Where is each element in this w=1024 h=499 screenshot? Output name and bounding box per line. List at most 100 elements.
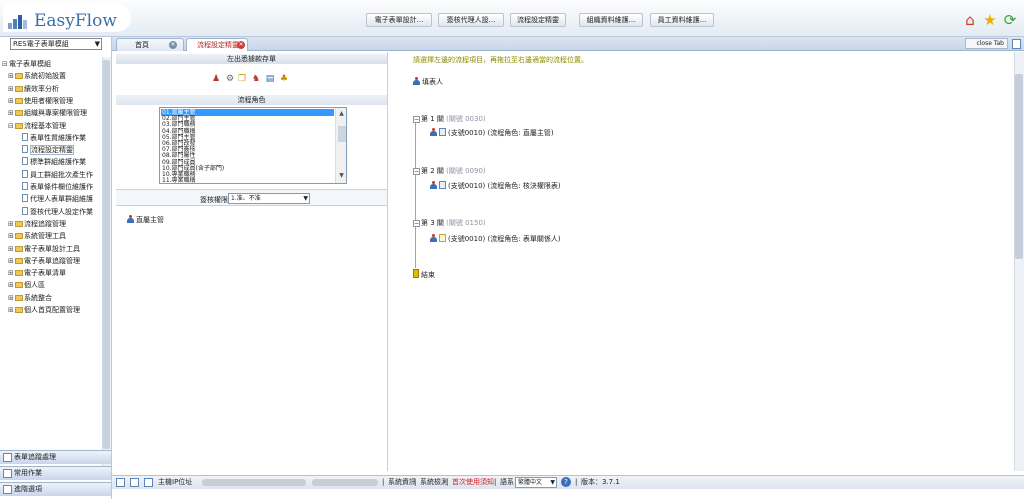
tree-item[interactable]: ⊞ 流程追蹤管理 [8,218,66,230]
calendar-icon[interactable] [144,478,153,487]
system-info-link[interactable]: 系統資訊 [388,476,416,489]
nav-delegate-button[interactable]: 簽核代理人設... [438,13,504,27]
tree-item[interactable]: ⊞ 系統整合 [8,292,52,304]
tree-item-label: 流程基本管理 [24,121,66,130]
nav-org-data-button[interactable]: 組織資料維護... [579,13,643,27]
nav-flow-wizard-button[interactable]: 流程設定精靈 [510,13,566,27]
close-icon[interactable]: ✕ [237,41,245,49]
tree-item[interactable]: 簽核代理人設定作業 [22,206,93,218]
system-check-link[interactable]: 系統檢測 [420,476,448,489]
tree-item-label: 電子表單追蹤管理 [24,256,80,265]
chevron-down-icon[interactable]: ▼ [337,172,346,180]
collapse-icon[interactable]: − [413,220,420,227]
tree-item[interactable]: ⊟ 流程基本管理 [8,120,66,132]
home-icon[interactable]: ⌂ [961,11,979,29]
folder-icon [15,294,23,301]
tree-item[interactable]: ⊞ 電子表單追蹤管理 [8,255,80,267]
logo: EasyFlow [3,4,131,32]
flow-start[interactable]: 填表人 [413,77,443,87]
tree-item[interactable]: ⊞ 個人區 [8,279,45,291]
flow-step-2[interactable]: − 第 2 關 (關號 0090) [413,166,486,176]
collapse-icon[interactable]: − [413,116,420,123]
tree-item[interactable]: ⊞ 個人首頁配置管理 [8,304,80,316]
permission-select[interactable]: 1.准、不准 ▼ [228,193,310,204]
role-option[interactable]: 11.專業職稱 [161,177,334,183]
copy-icon[interactable]: ❐ [237,74,247,84]
role-listbox[interactable]: 01.直屬主管 02.部門主管 03.部門職務 04.部門職稱 05.部門主管 06.部門… [159,107,347,184]
tree-item[interactable]: ⊞ 績效率分析 [8,83,59,95]
help-icon[interactable]: ? [561,477,571,487]
flow-step-3[interactable]: − 第 3 關 (關號 0150) [413,218,486,228]
window-icon[interactable] [1012,39,1021,49]
role-scroll-thumb[interactable] [338,126,346,142]
chevron-up-icon[interactable]: ▲ [337,110,346,118]
tab-home[interactable]: 首頁 ✕ [116,38,184,51]
document-icon[interactable]: ▤ [265,74,275,84]
permission-row: 簽核權限 1.准、不准 ▼ [116,189,387,206]
expand-icon[interactable]: ⊞ [8,83,15,95]
nav-label: 表單追蹤處理 [14,453,56,461]
tree-item[interactable]: ⊞ 系統初始設置 [8,70,66,82]
expand-icon[interactable]: ⊞ [8,255,15,267]
flow-step-3-detail[interactable]: (支號0010) (流程角色: 表單關係人) [430,234,561,244]
expand-icon[interactable]: ⊞ [8,304,15,316]
tree-item[interactable]: 員工群組批次產生作 [22,169,93,181]
tree-item[interactable]: ⊞ 電子表單設計工具 [8,243,80,255]
collapse-icon[interactable]: − [413,168,420,175]
settings-icon[interactable]: ⚙ [225,74,235,84]
step-detail: (支號0010) (流程角色: 直屬主管) [448,129,554,137]
nav-advanced-button[interactable]: 進階選項 [0,482,111,496]
flow-step-2-detail[interactable]: (支號0010) (流程角色: 核決權限表) [430,181,561,191]
first-use-notice-link[interactable]: 首次使用須知 [452,476,494,489]
drag-source-title: 左出悉據款存單 [116,54,387,64]
expand-icon[interactable]: ⊞ [8,107,15,119]
export-icon[interactable] [116,478,125,487]
canvas-scroll-thumb[interactable] [1015,74,1023,259]
grid-icon[interactable] [130,478,139,487]
expand-icon[interactable]: ⊞ [8,292,15,304]
expand-icon[interactable]: ⊞ [8,95,15,107]
expand-icon[interactable]: ⊞ [8,218,15,230]
expand-icon[interactable]: ⊞ [8,267,15,279]
person-add-icon[interactable]: ♟ [211,74,221,84]
expand-icon[interactable]: ⊞ [8,279,15,291]
org-tree-icon[interactable]: ♣ [279,74,289,84]
language-select[interactable]: 繁體中文 ▼ [515,477,557,488]
flow-step-1[interactable]: − 第 1 關 (關號 0030) [413,114,486,124]
close-icon[interactable]: ✕ [169,41,177,49]
user-edit-icon[interactable]: ♞ [251,74,261,84]
expand-icon[interactable]: ⊞ [8,230,15,242]
member-item[interactable]: 直屬主管 [127,215,164,225]
tree-item[interactable]: ⊞ 使用者權限管理 [8,95,73,107]
collapse-icon[interactable]: ⊟ [2,58,9,70]
tree-item[interactable]: 流程設定精靈 [22,144,74,156]
tab-flow-wizard[interactable]: 流程設定精靈 ✕ [186,38,248,51]
collapse-icon[interactable]: ⊟ [8,120,15,132]
nav-form-tracking-button[interactable]: 表單追蹤處理 [0,450,111,464]
nav-common-tasks-button[interactable]: 常用作業 [0,466,111,480]
refresh-icon[interactable]: ⟳ [1001,11,1019,29]
expand-icon[interactable]: ⊞ [8,243,15,255]
tree-item[interactable]: ⊞ 電子表單清單 [8,267,66,279]
close-tab-button[interactable]: close Tab [965,38,1008,49]
nav-employee-data-button[interactable]: 員工資料維護... [650,13,714,27]
nav-form-design-button[interactable]: 電子表單設計... [366,13,432,27]
tree-item[interactable]: 表單條件欄位維護作 [22,181,93,193]
flow-step-1-detail[interactable]: (支號0010) (流程角色: 直屬主管) [430,128,554,138]
role-toolbar: ♟ ⚙ ❐ ♞ ▤ ♣ [211,74,301,85]
tree-item[interactable]: 表單性質維護作業 [22,132,86,144]
expand-icon[interactable]: ⊞ [8,70,15,82]
document-icon [22,145,28,154]
form-icon [439,234,446,242]
tree-item[interactable]: 代理人表單群組維護 [22,193,93,205]
tree-item-label: 流程設定精靈 [30,145,74,156]
tree-item[interactable]: ⊟電子表單模組 [2,58,51,70]
favorite-star-icon[interactable]: ★ [981,11,999,29]
flow-end[interactable]: 結束 [413,269,435,280]
module-select[interactable]: RES電子表單模組 ▼ [10,38,102,50]
tree-item[interactable]: 標準群組維護作業 [22,156,86,168]
tree-item[interactable]: ⊞ 系統管理工具 [8,230,66,242]
tree-item[interactable]: ⊞ 組織與專案權限管理 [8,107,87,119]
role-list-scrollbar[interactable]: ▲ ▼ [335,108,346,183]
sidebar-scroll-thumb[interactable] [103,60,110,449]
